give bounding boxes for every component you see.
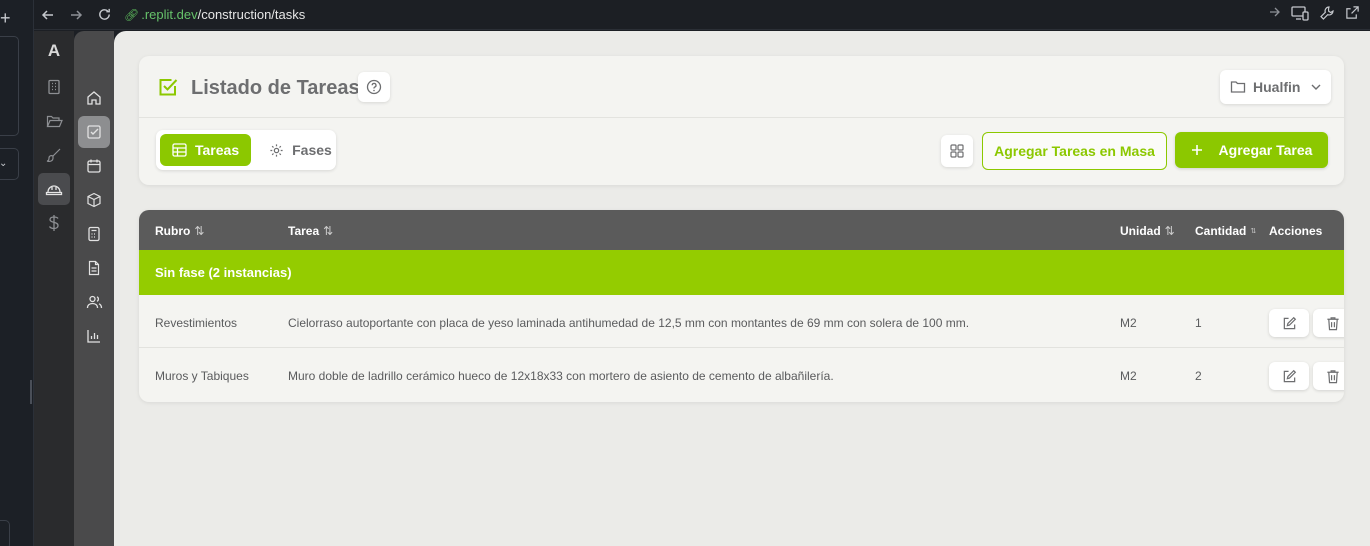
box-icon[interactable] bbox=[78, 184, 110, 216]
tab-fases[interactable]: Fases bbox=[257, 134, 344, 166]
editor-side-strip: + ⌄ bbox=[0, 0, 34, 546]
url-host: .replit.dev bbox=[141, 7, 198, 22]
sort-icon: ⇅ bbox=[194, 224, 205, 238]
page-header-card: Listado de Tareas Hualfin Tareas Fases A… bbox=[139, 56, 1344, 185]
edit-icon bbox=[1282, 316, 1297, 331]
view-tabs: Tareas Fases bbox=[156, 130, 336, 170]
calculator-icon[interactable] bbox=[78, 218, 110, 250]
column-cantidad[interactable]: Cantidad ⇅ bbox=[1195, 224, 1256, 238]
check-square-icon bbox=[157, 76, 179, 98]
back-arrow-icon[interactable] bbox=[34, 1, 62, 29]
project-selector[interactable]: Hualfin bbox=[1220, 70, 1331, 104]
help-circle-icon bbox=[366, 79, 382, 95]
edit-button[interactable] bbox=[1269, 362, 1309, 390]
calendar-icon[interactable] bbox=[78, 150, 110, 182]
tab-tareas[interactable]: Tareas bbox=[160, 134, 252, 166]
devices-icon[interactable] bbox=[1291, 5, 1309, 21]
app-logo[interactable]: A bbox=[34, 41, 74, 69]
folder-open-icon[interactable] bbox=[38, 105, 70, 137]
bar-chart-icon[interactable] bbox=[78, 320, 110, 352]
page-header: Listado de Tareas Hualfin bbox=[139, 56, 1344, 118]
edit-button[interactable] bbox=[1269, 309, 1309, 337]
resize-handle[interactable] bbox=[30, 380, 32, 404]
add-task-label: Agregar Tarea bbox=[1218, 142, 1313, 158]
brush-icon[interactable] bbox=[38, 139, 70, 171]
add-icon[interactable]: + bbox=[0, 8, 12, 29]
column-acciones: Acciones bbox=[1269, 224, 1322, 238]
table-row[interactable]: Muros y Tabiques Muro doble de ladrillo … bbox=[139, 348, 1344, 401]
side-panel-footer bbox=[0, 520, 10, 546]
delete-button[interactable] bbox=[1313, 362, 1344, 390]
side-panel-box bbox=[0, 36, 19, 136]
gear-icon bbox=[269, 143, 284, 158]
trash-icon bbox=[1326, 316, 1340, 331]
cell-cantidad: 2 bbox=[1195, 369, 1202, 383]
cell-unidad: M2 bbox=[1120, 316, 1137, 330]
open-external-icon[interactable] bbox=[1345, 5, 1360, 21]
help-button[interactable] bbox=[358, 72, 390, 102]
hard-hat-icon[interactable] bbox=[38, 173, 70, 205]
dollar-icon[interactable] bbox=[38, 207, 70, 239]
building-icon[interactable] bbox=[38, 71, 70, 103]
chevron-down-icon bbox=[1311, 84, 1321, 90]
sort-icon: ⇅ bbox=[1250, 228, 1257, 235]
reload-icon[interactable] bbox=[90, 1, 118, 29]
cell-rubro: Muros y Tabiques bbox=[155, 369, 249, 383]
chevron-down-icon[interactable]: ⌄ bbox=[0, 148, 19, 180]
document-icon[interactable] bbox=[78, 252, 110, 284]
bulk-add-tasks-button[interactable]: Agregar Tareas en Masa bbox=[982, 132, 1167, 170]
trash-icon bbox=[1326, 369, 1340, 384]
tab-fases-label: Fases bbox=[292, 142, 332, 158]
grid-icon bbox=[950, 144, 964, 158]
page-title: Listado de Tareas bbox=[191, 77, 360, 99]
sort-icon: ⇅ bbox=[1164, 224, 1175, 238]
rail-spacer bbox=[74, 31, 114, 80]
column-unidad[interactable]: Unidad ⇅ bbox=[1120, 224, 1175, 238]
workspace-rail: A bbox=[34, 31, 74, 546]
browser-toolbar: 🔗︎ .replit.dev /construction/tasks bbox=[34, 0, 1370, 30]
group-row[interactable]: Sin fase (2 instancias) bbox=[139, 250, 1344, 295]
url-field[interactable]: 🔗︎ .replit.dev /construction/tasks bbox=[124, 7, 305, 22]
column-acciones-label: Acciones bbox=[1269, 224, 1323, 238]
tasks-checkbox-icon[interactable] bbox=[78, 116, 110, 148]
main-content: Listado de Tareas Hualfin Tareas Fases A… bbox=[114, 31, 1370, 546]
tasks-table: Rubro ⇅ Tarea ⇅ Unidad ⇅ Cantidad ⇅ Acci… bbox=[139, 210, 1344, 402]
go-arrow-icon[interactable] bbox=[1269, 5, 1281, 21]
column-cantidad-label: Cantidad bbox=[1195, 224, 1247, 238]
home-icon[interactable] bbox=[78, 82, 110, 114]
grid-view-button[interactable] bbox=[941, 135, 973, 167]
tab-tareas-label: Tareas bbox=[195, 142, 240, 158]
section-rail bbox=[74, 31, 114, 546]
plus-icon bbox=[1191, 144, 1203, 156]
sort-icon: ⇅ bbox=[323, 224, 334, 238]
cell-rubro: Revestimientos bbox=[155, 316, 238, 330]
table-row[interactable]: Revestimientos Cielorraso autoportante c… bbox=[139, 295, 1344, 348]
link-icon: 🔗︎ bbox=[124, 7, 140, 22]
forward-arrow-icon[interactable] bbox=[62, 1, 90, 29]
column-rubro-label: Rubro bbox=[155, 224, 191, 238]
column-tarea-label: Tarea bbox=[288, 224, 320, 238]
cell-tarea: Cielorraso autoportante con placa de yes… bbox=[288, 316, 970, 330]
cell-tarea: Muro doble de ladrillo cerámico hueco de… bbox=[288, 369, 834, 383]
edit-icon bbox=[1282, 369, 1297, 384]
add-task-button[interactable]: Agregar Tarea bbox=[1175, 132, 1328, 168]
url-path: /construction/tasks bbox=[197, 7, 306, 22]
wrench-icon[interactable] bbox=[1319, 5, 1335, 21]
cell-unidad: M2 bbox=[1120, 369, 1137, 383]
column-rubro[interactable]: Rubro ⇅ bbox=[155, 224, 204, 238]
delete-button[interactable] bbox=[1313, 309, 1344, 337]
folder-icon bbox=[1230, 80, 1246, 94]
cell-cantidad: 1 bbox=[1195, 316, 1202, 330]
column-unidad-label: Unidad bbox=[1120, 224, 1161, 238]
users-icon[interactable] bbox=[78, 286, 110, 318]
project-name: Hualfin bbox=[1253, 79, 1301, 95]
table-icon bbox=[172, 143, 187, 157]
browser-actions bbox=[1269, 5, 1360, 21]
table-header: Rubro ⇅ Tarea ⇅ Unidad ⇅ Cantidad ⇅ Acci… bbox=[139, 210, 1344, 250]
column-tarea[interactable]: Tarea ⇅ bbox=[288, 224, 333, 238]
